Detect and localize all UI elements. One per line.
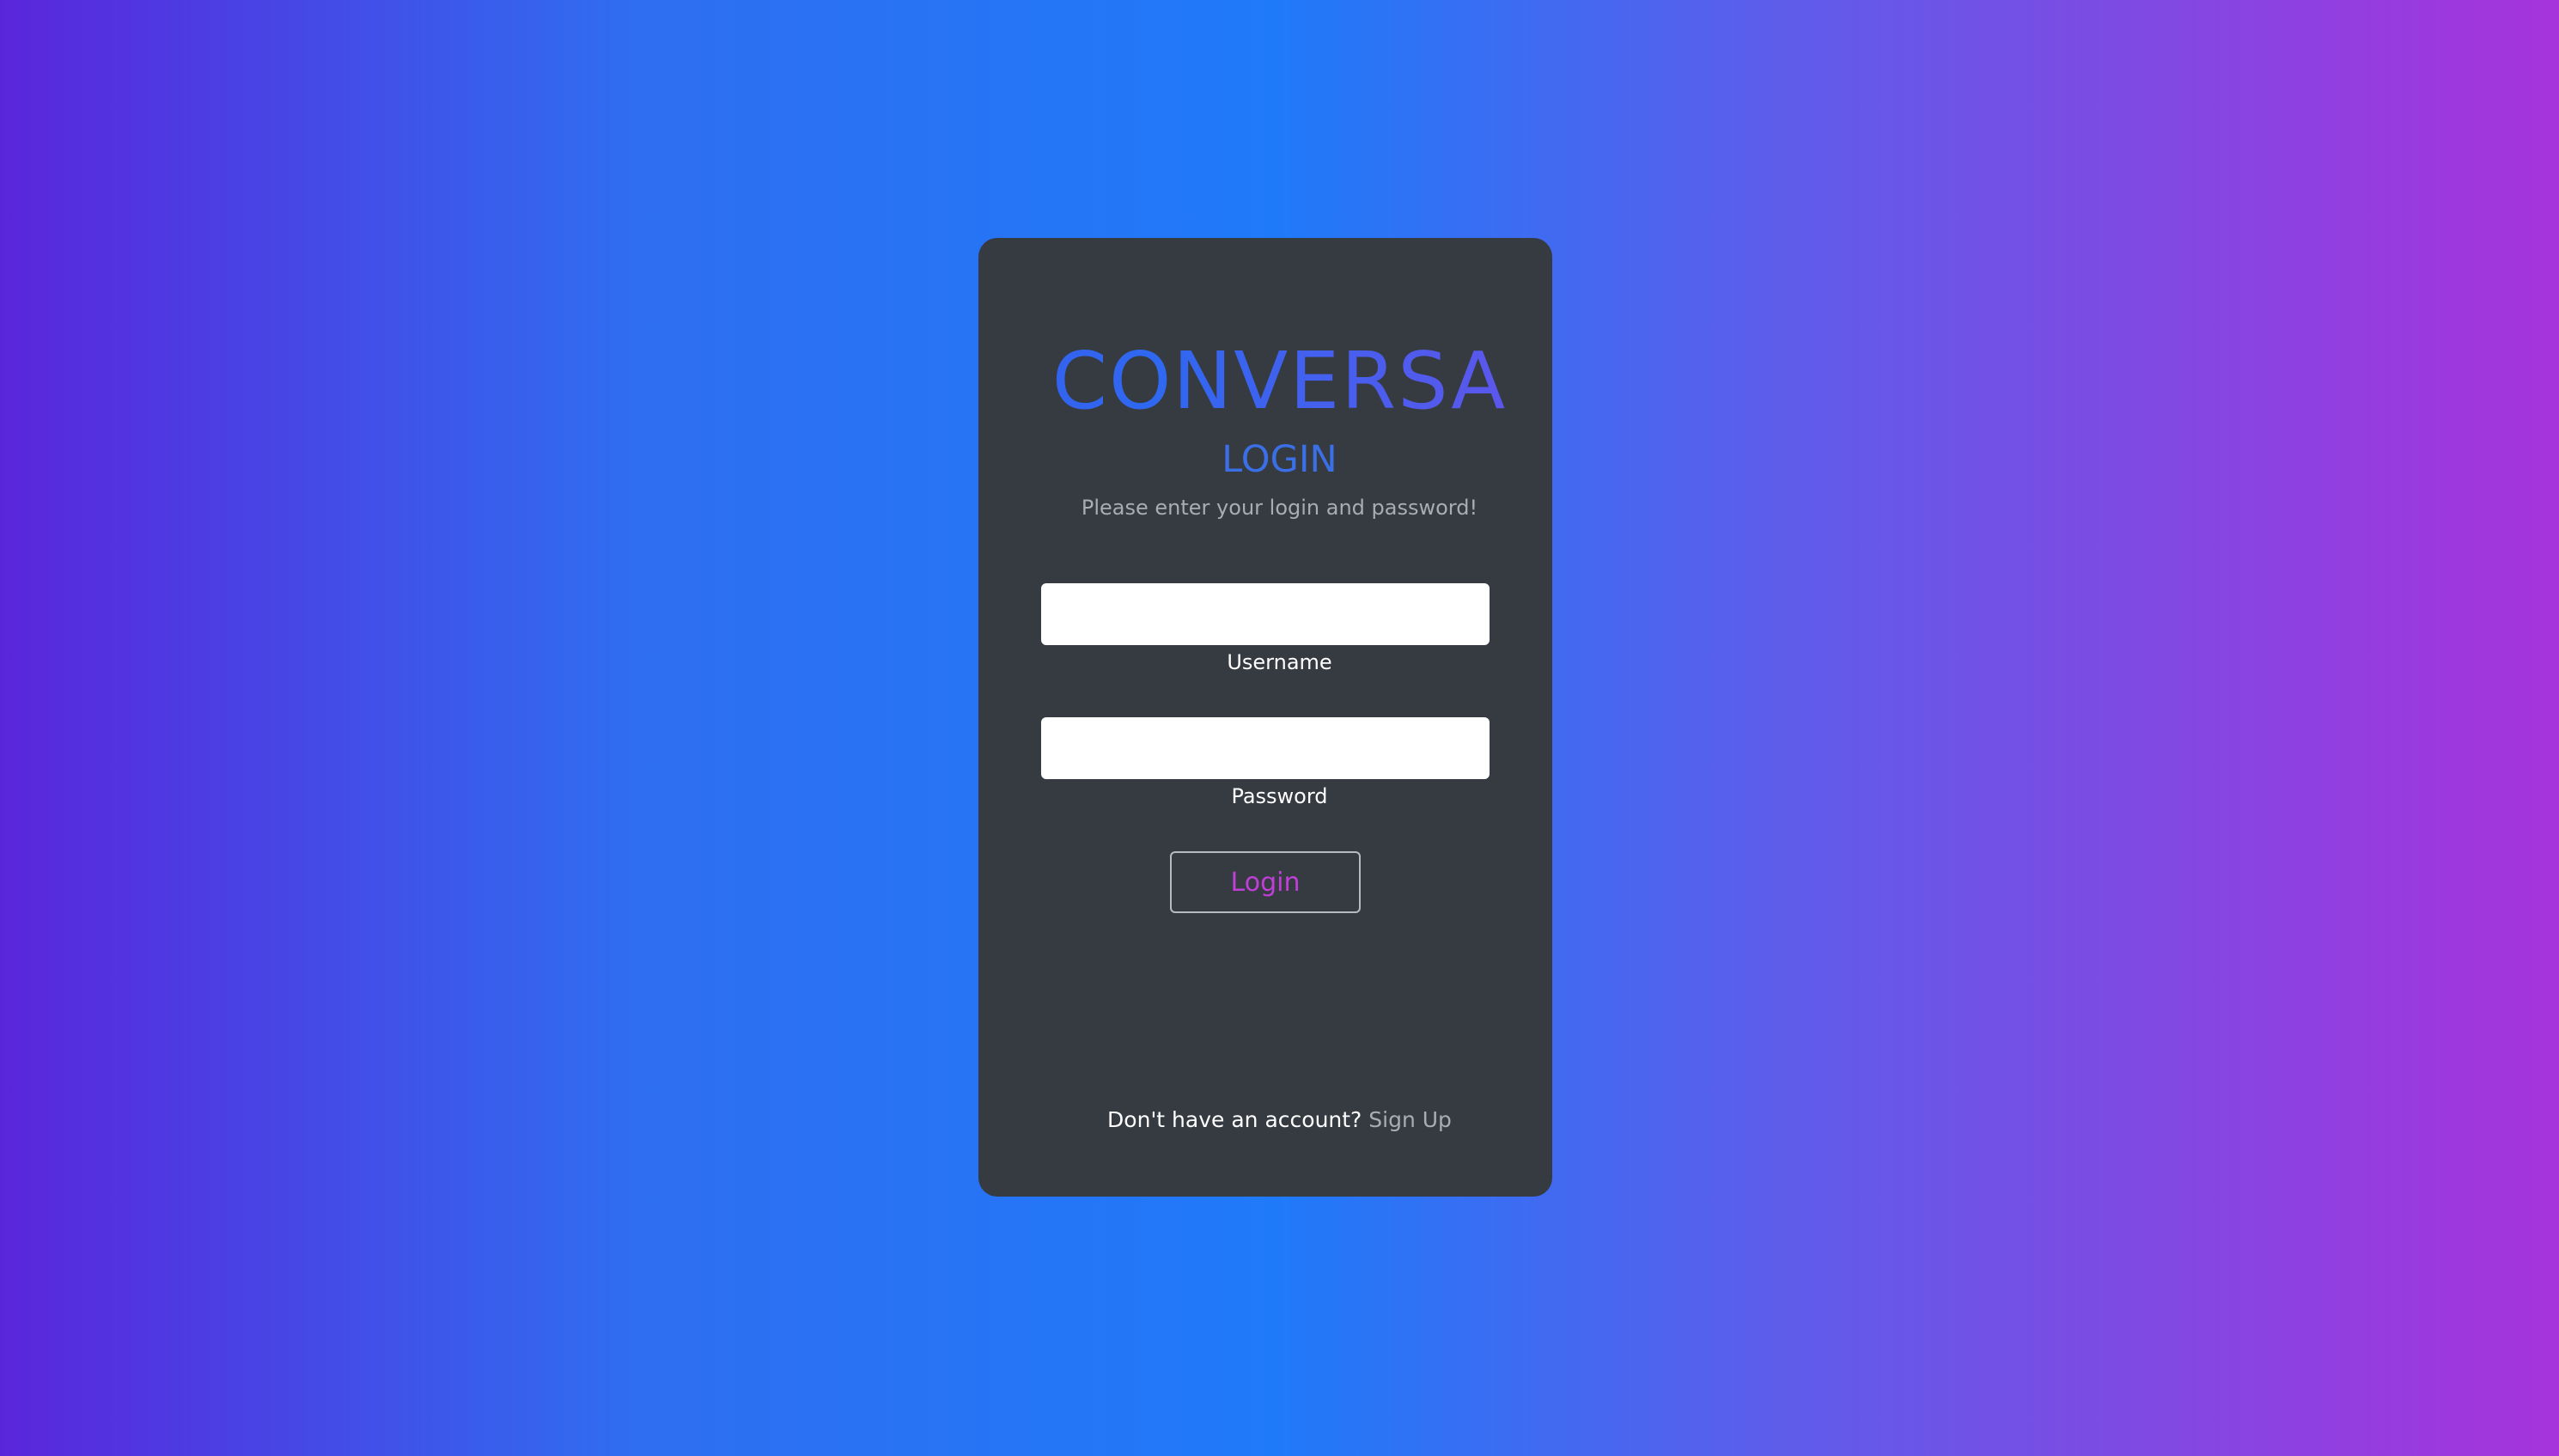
signup-link[interactable]: Sign Up [1368, 1107, 1452, 1132]
username-label: Username [1227, 650, 1332, 674]
signup-prompt-row: Don't have an account? Sign Up [0, 1106, 2559, 1134]
brand-logo: CONVERSA [0, 337, 2559, 426]
password-input[interactable] [1041, 717, 1490, 779]
password-label: Password [1231, 784, 1328, 808]
username-input[interactable] [1041, 583, 1490, 645]
login-button[interactable]: Login [1170, 851, 1361, 913]
form-title: LOGIN [1222, 438, 1337, 481]
signup-prompt-text: Don't have an account? [1107, 1107, 1362, 1132]
form-subtitle: Please enter your login and password! [1081, 496, 1478, 520]
